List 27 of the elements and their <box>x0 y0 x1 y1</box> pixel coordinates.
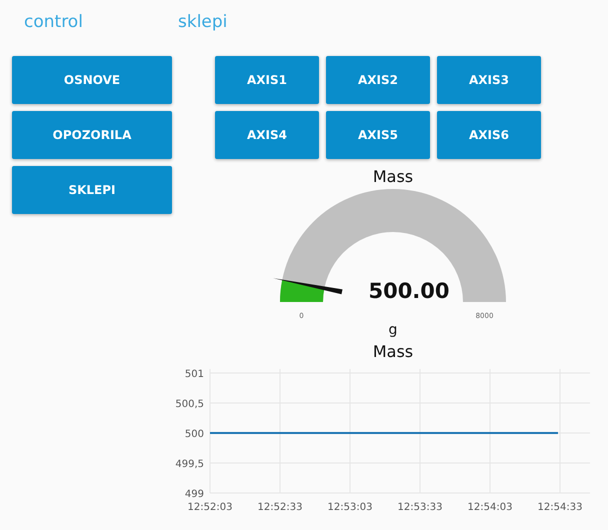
axis-button[interactable]: AXIS5 <box>326 111 430 159</box>
y-axis-label: 500 <box>184 429 204 440</box>
group-title: control <box>24 12 84 34</box>
axis-button[interactable]: AXIS3 <box>437 56 541 104</box>
nav-button[interactable]: OPOZORILA <box>12 111 172 159</box>
x-axis-label: 12:52:03 <box>188 502 232 513</box>
axis-button[interactable]: AXIS2 <box>326 56 430 104</box>
x-axis-label: 12:53:33 <box>398 502 442 513</box>
axis-button[interactable]: AXIS1 <box>215 56 319 104</box>
x-axis-label: 12:54:03 <box>468 502 512 513</box>
y-axis-label: 499,5 <box>175 459 204 470</box>
axis-button[interactable]: AXIS6 <box>437 111 541 159</box>
x-axis-label: 12:54:33 <box>538 502 582 513</box>
y-axis-label: 499 <box>184 489 204 500</box>
axis-button[interactable]: AXIS4 <box>215 111 319 159</box>
x-axis-label: 12:52:33 <box>258 502 302 513</box>
gauge-value: 500.00 <box>368 279 450 303</box>
x-axis-label: 12:53:03 <box>328 502 372 513</box>
nav-button[interactable]: OSNOVE <box>12 56 172 104</box>
gauge-needle <box>273 278 342 294</box>
y-axis-label: 500,5 <box>175 399 204 410</box>
gauge-title: Mass <box>372 167 414 186</box>
y-axis-label: 501 <box>184 369 204 380</box>
gauge-unit: g <box>388 322 398 338</box>
chart-title: Mass <box>372 342 414 361</box>
group-title: sklepi <box>178 12 228 34</box>
nav-button[interactable]: SKLEPI <box>12 166 172 214</box>
